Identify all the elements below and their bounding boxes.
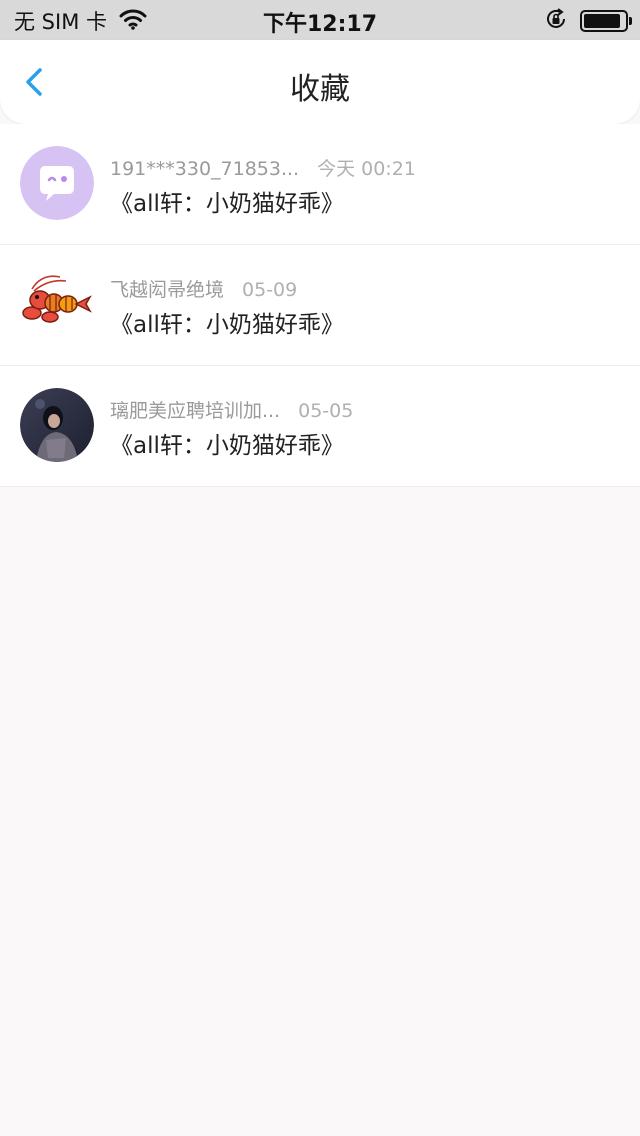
sender-name: 璃肥美应聘培训加... bbox=[110, 400, 281, 422]
status-bar: 无 SIM 卡 下午12:17 bbox=[0, 0, 640, 40]
rotation-lock-icon bbox=[544, 7, 568, 35]
sender-name: 飞越闳帚绝境 bbox=[110, 279, 225, 301]
photo-avatar bbox=[20, 388, 94, 462]
item-message: 《all轩：小奶猫好乖》 bbox=[110, 433, 344, 459]
favorites-list: 191***330_71853... 今天 00:21 《all轩：小奶猫好乖》 bbox=[0, 124, 640, 487]
item-meta: 璃肥美应聘培训加... 05-05 bbox=[110, 396, 353, 423]
item-meta: 191***330_71853... 今天 00:21 bbox=[110, 154, 416, 181]
list-item[interactable]: 璃肥美应聘培训加... 05-05 《all轩：小奶猫好乖》 bbox=[0, 366, 640, 487]
chat-bubble-avatar bbox=[20, 146, 94, 220]
list-item[interactable]: 191***330_71853... 今天 00:21 《all轩：小奶猫好乖》 bbox=[0, 124, 640, 245]
list-item[interactable]: 飞越闳帚绝境 05-09 《all轩：小奶猫好乖》 bbox=[0, 245, 640, 366]
item-meta: 飞越闳帚绝境 05-09 bbox=[110, 275, 297, 302]
nav-bar: 收藏 bbox=[0, 40, 640, 124]
item-time: 05-09 bbox=[242, 279, 298, 301]
item-time: 05-05 bbox=[298, 400, 354, 422]
item-message: 《all轩：小奶猫好乖》 bbox=[110, 312, 344, 338]
sender-name: 191***330_71853... bbox=[110, 158, 300, 180]
item-time: 今天 00:21 bbox=[317, 158, 416, 180]
status-right bbox=[544, 7, 632, 35]
battery-icon bbox=[580, 10, 632, 32]
lobster-avatar bbox=[20, 267, 94, 341]
item-message: 《all轩：小奶猫好乖》 bbox=[110, 191, 344, 217]
page-title: 收藏 bbox=[290, 72, 350, 107]
